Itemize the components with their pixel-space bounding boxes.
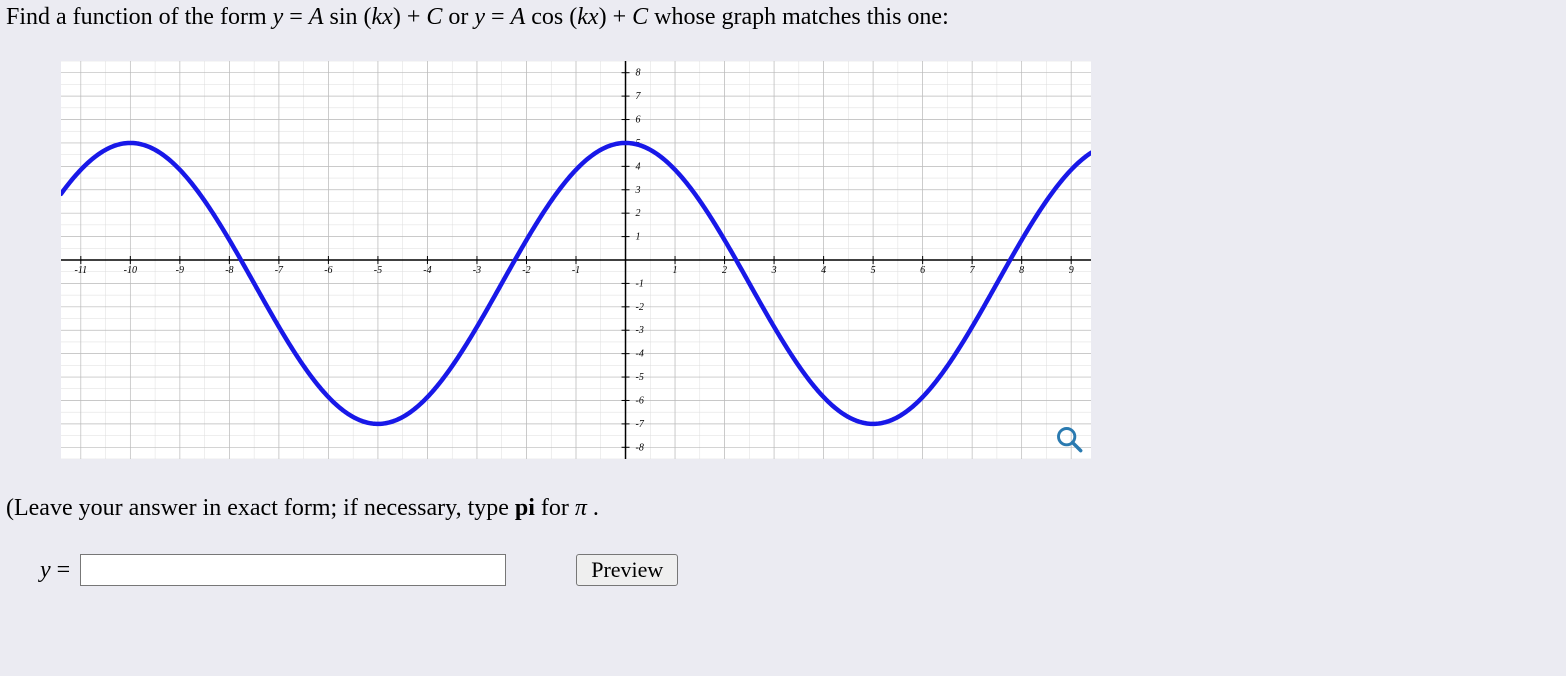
svg-text:4: 4 — [821, 265, 826, 276]
var-A-2: A — [511, 4, 526, 30]
preview-button[interactable]: Preview — [576, 554, 678, 586]
instr-mid: for — [541, 495, 575, 521]
svg-text:3: 3 — [771, 265, 777, 276]
var-y-1: y — [273, 4, 284, 30]
svg-text:-2: -2 — [636, 302, 644, 313]
svg-text:6: 6 — [636, 115, 641, 126]
svg-text:3: 3 — [635, 185, 641, 196]
func-sin: sin — [330, 4, 358, 30]
plusC-1: + C — [407, 4, 443, 30]
svg-text:6: 6 — [920, 265, 925, 276]
instruction-text: (Leave your answer in exact form; if nec… — [6, 495, 1560, 522]
instr-period: . — [593, 495, 599, 521]
svg-text:-5: -5 — [636, 372, 644, 383]
var-y-2: y — [474, 4, 485, 30]
svg-text:-6: -6 — [636, 395, 644, 406]
pi-symbol: π — [575, 495, 587, 521]
problem-prompt: Find a function of the form y = A sin (k… — [6, 4, 1560, 31]
svg-text:5: 5 — [871, 265, 876, 276]
svg-text:4: 4 — [636, 161, 641, 172]
svg-text:-8: -8 — [225, 265, 233, 276]
answer-input[interactable] — [80, 554, 506, 586]
answer-row: y = Preview — [40, 554, 1560, 586]
pi-bold: pi — [515, 495, 535, 521]
eq-1: = — [289, 4, 309, 30]
arg-2: (kx) — [569, 4, 606, 30]
svg-text:1: 1 — [636, 232, 641, 243]
svg-text:8: 8 — [636, 68, 641, 79]
svg-text:-5: -5 — [374, 265, 382, 276]
prompt-suffix: whose graph matches this one: — [654, 4, 949, 30]
eq-2: = — [491, 4, 511, 30]
arg-1: (kx) — [364, 4, 401, 30]
svg-text:9: 9 — [1069, 265, 1074, 276]
prompt-text-1: Find a function of the form — [6, 4, 273, 30]
svg-text:-4: -4 — [423, 265, 431, 276]
svg-text:-1: -1 — [572, 265, 580, 276]
answer-label: y = — [40, 557, 70, 584]
var-A-1: A — [309, 4, 324, 30]
svg-text:-9: -9 — [176, 265, 184, 276]
svg-text:2: 2 — [636, 208, 641, 219]
instr-prefix: (Leave your answer in exact form; if nec… — [6, 495, 515, 521]
svg-text:8: 8 — [1019, 265, 1024, 276]
svg-text:-4: -4 — [636, 349, 644, 360]
zoom-icon[interactable] — [1055, 425, 1083, 453]
svg-text:-3: -3 — [473, 265, 481, 276]
svg-text:-7: -7 — [275, 265, 284, 276]
svg-text:-3: -3 — [636, 325, 644, 336]
function-graph: -11-10-9-8-7-6-5-4-3-2-1123456789-8-7-6-… — [61, 61, 1091, 459]
svg-text:-7: -7 — [636, 419, 645, 430]
svg-text:-6: -6 — [324, 265, 332, 276]
svg-text:-10: -10 — [124, 265, 137, 276]
svg-text:2: 2 — [722, 265, 727, 276]
svg-text:1: 1 — [673, 265, 678, 276]
plusC-2: + C — [613, 4, 649, 30]
svg-text:-11: -11 — [75, 265, 88, 276]
svg-text:-1: -1 — [636, 278, 644, 289]
svg-text:-8: -8 — [636, 442, 644, 453]
svg-text:-2: -2 — [522, 265, 530, 276]
func-cos: cos — [531, 4, 563, 30]
or-text: or — [448, 4, 474, 30]
